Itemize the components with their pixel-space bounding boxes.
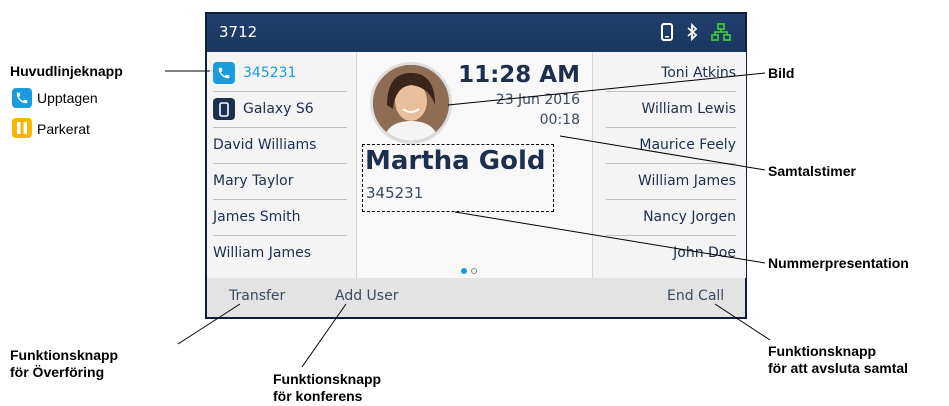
busy-label: Upptagen: [37, 90, 98, 106]
line-key-david-williams[interactable]: David Williams: [213, 127, 347, 164]
transfer-key-annotation-line1: Funktionsknapp: [10, 347, 119, 363]
caller-number: 345231: [366, 184, 424, 202]
end-call-softkey[interactable]: End Call: [667, 288, 724, 304]
caller-photo: [370, 62, 452, 144]
main-line-key-annotation: Huvudlinjeknapp: [10, 63, 123, 79]
conference-key-annotation-line2: för konferens: [273, 388, 363, 404]
speed-dial-label: Nancy Jorgen: [643, 209, 736, 225]
right-line-keys: Toni Atkins William Lewis Maurice Feely …: [592, 52, 746, 278]
speed-dial-label: William Lewis: [641, 101, 736, 117]
line-key-label: James Smith: [213, 209, 301, 225]
speed-dial-label: Toni Atkins: [661, 65, 736, 81]
call-date: 23 Jun 2016: [495, 92, 580, 108]
caller-name: Martha Gold: [365, 146, 546, 176]
busy-legend-icon: [12, 88, 32, 108]
transfer-softkey[interactable]: Transfer: [229, 288, 285, 304]
line-key-galaxy-s6[interactable]: Galaxy S6: [213, 91, 347, 128]
page-dot-active: [461, 268, 467, 274]
line-key-james-smith[interactable]: James Smith: [213, 199, 347, 236]
line-key-label: David Williams: [213, 137, 317, 153]
parked-legend-icon: [12, 118, 32, 138]
page-dot-inactive: [471, 268, 477, 274]
speed-dial-toni-atkins[interactable]: Toni Atkins: [606, 55, 736, 92]
line-key-mary-taylor[interactable]: Mary Taylor: [213, 163, 347, 200]
line-key-345231[interactable]: 345231: [213, 55, 347, 92]
call-time: 11:28 AM: [458, 62, 580, 88]
main-screen: 345231 Galaxy S6 David Williams Mary Tay…: [207, 52, 746, 278]
parked-label: Parkerat: [37, 121, 90, 137]
phone-display: 3712 345231 Galaxy S6 David Williams Mar…: [205, 12, 747, 319]
extension-number: 3712: [219, 23, 258, 41]
page-indicator: [461, 268, 477, 274]
call-timer-annotation: Samtalstimer: [768, 163, 856, 179]
speed-dial-label: John Doe: [673, 245, 736, 261]
speed-dial-john-doe[interactable]: John Doe: [606, 235, 736, 271]
network-icon: [711, 23, 731, 45]
call-info-panel: 11:28 AM 23 Jun 2016 00:18 Martha Gold 3…: [357, 52, 592, 278]
speed-dial-william-james[interactable]: William James: [606, 163, 736, 200]
speed-dial-nancy-jorgen[interactable]: Nancy Jorgen: [606, 199, 736, 236]
softkey-bar: Transfer Add User End Call: [207, 278, 745, 317]
call-timer: 00:18: [539, 112, 580, 128]
add-user-softkey[interactable]: Add User: [335, 288, 398, 304]
phone-handset-icon: [213, 62, 235, 84]
mobile-phone-icon: [213, 98, 235, 120]
speed-dial-william-lewis[interactable]: William Lewis: [606, 91, 736, 128]
speed-dial-maurice-feely[interactable]: Maurice Feely: [606, 127, 736, 164]
endcall-key-annotation-line2: för att avsluta samtal: [768, 360, 909, 376]
line-key-label: William James: [213, 245, 312, 261]
speed-dial-label: William James: [637, 173, 736, 189]
left-line-keys: 345231 Galaxy S6 David Williams Mary Tay…: [207, 52, 357, 278]
endcall-key-annotation-line1: Funktionsknapp: [768, 343, 877, 359]
bluetooth-icon: [686, 22, 698, 45]
speed-dial-label: Maurice Feely: [639, 137, 736, 153]
line-key-label: Mary Taylor: [213, 173, 294, 189]
conference-key-annotation-line1: Funktionsknapp: [273, 371, 382, 387]
line-key-william-james[interactable]: William James: [213, 235, 347, 271]
picture-annotation: Bild: [768, 65, 795, 81]
transfer-key-annotation-line2: för Överföring: [10, 364, 105, 380]
status-bar: 3712: [207, 14, 745, 52]
mobile-device-icon: [661, 23, 673, 45]
caller-id-annotation: Nummerpresentation: [768, 255, 909, 271]
line-key-label: Galaxy S6: [243, 101, 314, 117]
line-key-label: 345231: [243, 65, 297, 81]
